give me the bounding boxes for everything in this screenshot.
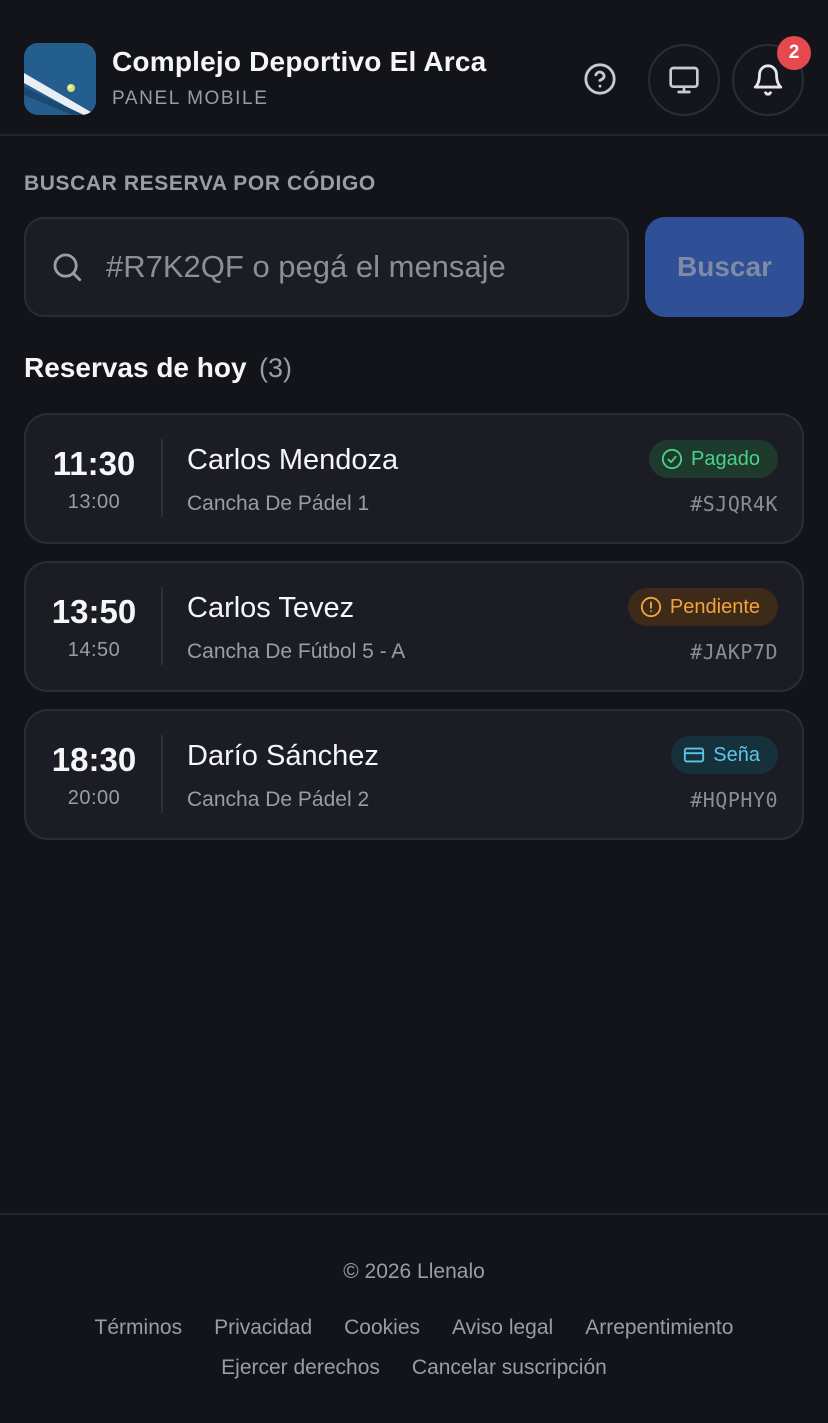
- bell-icon: [753, 64, 783, 96]
- reservation-code: #HQPHY0: [690, 788, 778, 812]
- start-time: 13:50: [51, 593, 137, 630]
- check-circle-icon: [661, 448, 683, 470]
- reservation-card[interactable]: 13:50 14:50 Carlos Tevez Cancha De Fútbo…: [24, 561, 804, 692]
- customer-name: Carlos Tevez: [187, 592, 355, 624]
- reservation-card[interactable]: 11:30 13:00 Carlos Mendoza Cancha De Pád…: [24, 413, 804, 544]
- status-label: Pendiente: [669, 595, 760, 618]
- start-time: 18:30: [51, 741, 137, 778]
- reservations-header: Reservas de hoy (3): [24, 352, 292, 384]
- credit-card-icon: [684, 747, 705, 763]
- footer-links-secondary: Ejercer derechos Cancelar suscripción: [0, 1356, 828, 1380]
- cookies-link[interactable]: Cookies: [344, 1316, 420, 1340]
- panel-subtitle: PANEL MOBILE: [112, 88, 269, 109]
- notification-count-badge: 2: [777, 36, 811, 70]
- status-label: Pagado: [691, 447, 760, 470]
- reservations-title: Reservas de hoy: [24, 352, 247, 383]
- desktop-view-button[interactable]: [648, 44, 720, 116]
- page: Complejo Deportivo El Arca PANEL MOBILE …: [0, 0, 828, 1423]
- club-name: Complejo Deportivo El Arca: [112, 46, 487, 77]
- search-section-label: BUSCAR RESERVA POR CÓDIGO: [24, 172, 376, 195]
- end-time: 14:50: [67, 639, 121, 661]
- customer-name: Carlos Mendoza: [187, 444, 399, 476]
- court-name: Cancha De Pádel 2: [187, 788, 370, 811]
- privacy-link[interactable]: Privacidad: [214, 1316, 312, 1340]
- footer-links: Términos Privacidad Cookies Aviso legal …: [0, 1316, 828, 1340]
- cancel-subscription-link[interactable]: Cancelar suscripción: [412, 1356, 607, 1380]
- reservation-card[interactable]: 18:30 20:00 Darío Sánchez Cancha De Páde…: [24, 709, 804, 840]
- app-header: Complejo Deportivo El Arca PANEL MOBILE …: [0, 0, 828, 136]
- search-icon: [53, 253, 82, 282]
- court-name: Cancha De Fútbol 5 - A: [187, 640, 406, 663]
- search-button[interactable]: Buscar: [645, 217, 804, 317]
- start-time: 11:30: [52, 445, 136, 482]
- divider: [161, 735, 163, 813]
- exercise-rights-link[interactable]: Ejercer derechos: [221, 1356, 380, 1380]
- help-button[interactable]: [575, 54, 625, 104]
- footer: © 2026 Llenalo Términos Privacidad Cooki…: [0, 1213, 828, 1423]
- end-time: 20:00: [67, 787, 121, 809]
- copyright: © 2026 Llenalo: [343, 1260, 485, 1283]
- reservation-code: #SJQR4K: [690, 492, 778, 516]
- status-badge: Pendiente: [627, 588, 778, 626]
- reservations-count: (3): [259, 353, 293, 383]
- status-badge: Pagado: [649, 440, 778, 478]
- status-badge: Seña: [671, 736, 778, 774]
- reservation-code: #JAKP7D: [690, 640, 778, 664]
- end-time: 13:00: [67, 491, 121, 513]
- monitor-icon: [669, 66, 699, 94]
- court-name: Cancha De Pádel 1: [187, 492, 370, 515]
- help-circle-icon: [584, 63, 616, 95]
- divider: [161, 587, 163, 665]
- customer-name: Darío Sánchez: [187, 740, 379, 772]
- alert-circle-icon: [640, 596, 662, 618]
- status-label: Seña: [713, 743, 760, 766]
- search-input[interactable]: [106, 219, 606, 315]
- search-field[interactable]: [24, 217, 629, 317]
- divider: [161, 439, 163, 517]
- legal-notice-link[interactable]: Aviso legal: [452, 1316, 553, 1340]
- terms-link[interactable]: Términos: [95, 1316, 183, 1340]
- withdrawal-link[interactable]: Arrepentimiento: [585, 1316, 733, 1340]
- club-logo: [24, 43, 96, 115]
